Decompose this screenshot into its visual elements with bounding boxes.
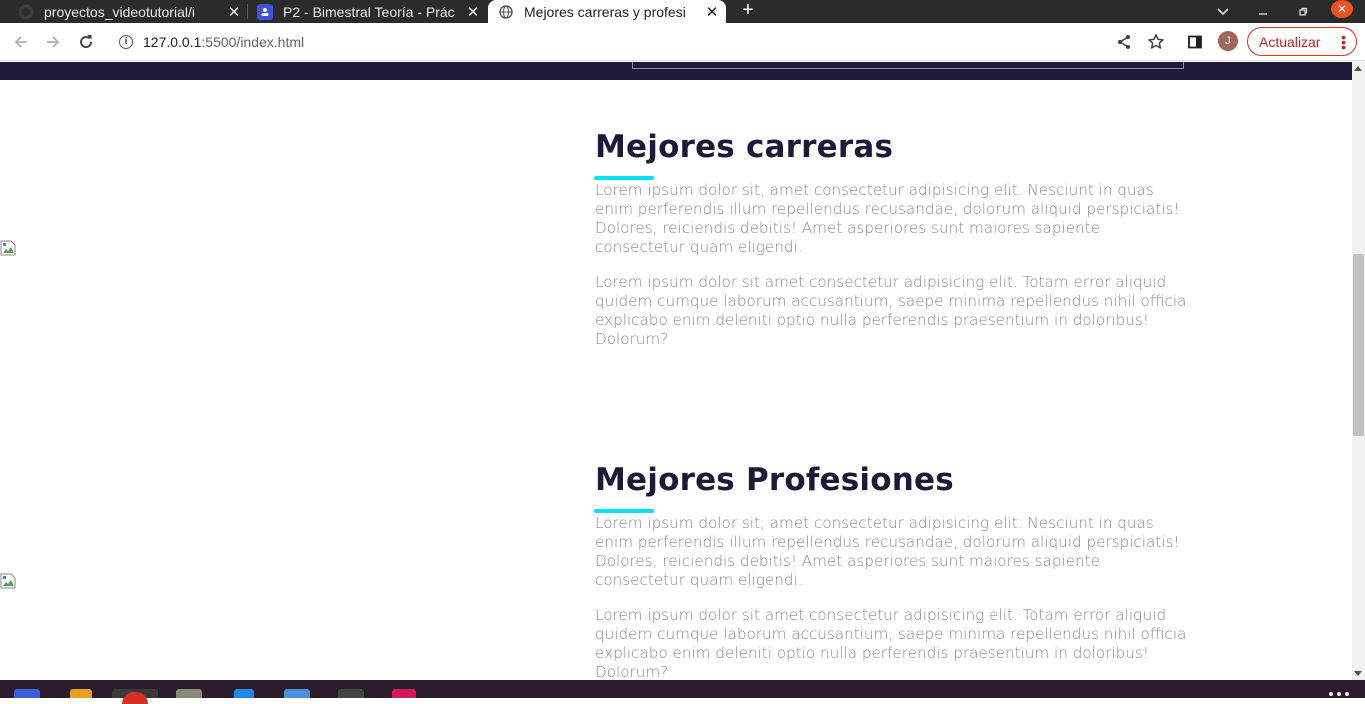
section-heading: Mejores carreras [595,129,894,165]
vscode-app-icon[interactable] [234,689,254,698]
page-scrollbar[interactable] [1352,62,1365,680]
editor-app-icon[interactable] [284,689,310,698]
section-heading: Mejores Profesiones [595,462,954,498]
folder-app-icon[interactable] [176,689,202,698]
tab-classroom[interactable]: P2 - Bimestral Teoría - Prác ✕ [257,0,481,23]
section-paragraph: Lorem ipsum dolor sit, amet consectetur … [595,514,1180,589]
firefox-app-icon[interactable] [70,689,92,698]
tab-github[interactable]: proyectos_videotutorial/i ✕ [18,0,242,23]
scroll-thumb[interactable] [1353,254,1364,436]
files-app-icon[interactable] [14,689,40,698]
section-paragraph: Lorem ipsum dolor sit amet consectetur a… [595,606,1187,680]
browser-toolbar: i 127.0.0.1:5500/index.html J Actualizar… [0,23,1365,61]
web-page: Mejores carreras Lorem ipsum dolor sit, … [0,62,1352,680]
app-icon[interactable] [392,689,416,698]
broken-image-icon [0,573,16,589]
scroll-up-arrow-icon[interactable] [1354,66,1362,71]
site-info-icon[interactable]: i [119,35,133,49]
show-apps-icon[interactable] [1329,692,1351,696]
window-close-icon[interactable]: ✕ [1331,0,1353,18]
close-icon[interactable]: ✕ [226,3,242,21]
address-bar[interactable]: i 127.0.0.1:5500/index.html [110,27,1110,57]
header-box [632,62,1184,69]
update-button[interactable]: Actualizar • • • [1247,27,1357,56]
close-icon[interactable]: ✕ [465,3,481,21]
update-button-label: Actualizar [1259,33,1321,50]
tab-title: proyectos_videotutorial/i [44,3,195,20]
back-icon[interactable] [9,30,33,54]
tab-active[interactable]: Mejores carreras y profesi ✕ [488,0,726,23]
bookmark-star-icon[interactable] [1146,32,1166,52]
heading-underline [594,176,654,180]
globe-icon [498,4,514,20]
os-taskbar [0,680,1365,704]
forward-icon[interactable] [41,30,65,54]
broken-image-icon [0,240,16,256]
scroll-down-arrow-icon[interactable] [1354,671,1362,676]
minimize-icon[interactable] [1251,0,1275,23]
header-band [0,62,1352,80]
new-tab-button[interactable]: + [738,0,758,23]
close-icon[interactable]: ✕ [704,3,720,21]
heading-underline [594,509,654,513]
tab-divider [247,4,248,19]
side-panel-icon[interactable] [1185,32,1205,52]
restore-icon[interactable] [1291,0,1315,23]
reload-icon[interactable] [74,30,98,54]
section-paragraph: Lorem ipsum dolor sit, amet consectetur … [595,181,1180,256]
section-paragraph: Lorem ipsum dolor sit amet consectetur a… [595,273,1187,348]
avatar[interactable]: J [1218,31,1238,51]
chrome-app-icon[interactable] [112,689,158,704]
menu-dots-icon: • • • [1341,29,1346,55]
share-icon[interactable] [1114,32,1134,52]
classroom-icon [257,3,273,20]
tab-title: Mejores carreras y profesi [524,3,686,20]
terminal-app-icon[interactable] [338,689,364,698]
tab-title: P2 - Bimestral Teoría - Prác [283,3,455,20]
github-icon [18,4,34,20]
tab-search-icon[interactable] [1211,0,1235,23]
url-text: 127.0.0.1:5500/index.html [143,34,305,50]
tab-strip: proyectos_videotutorial/i ✕ P2 - Bimestr… [0,0,1365,23]
